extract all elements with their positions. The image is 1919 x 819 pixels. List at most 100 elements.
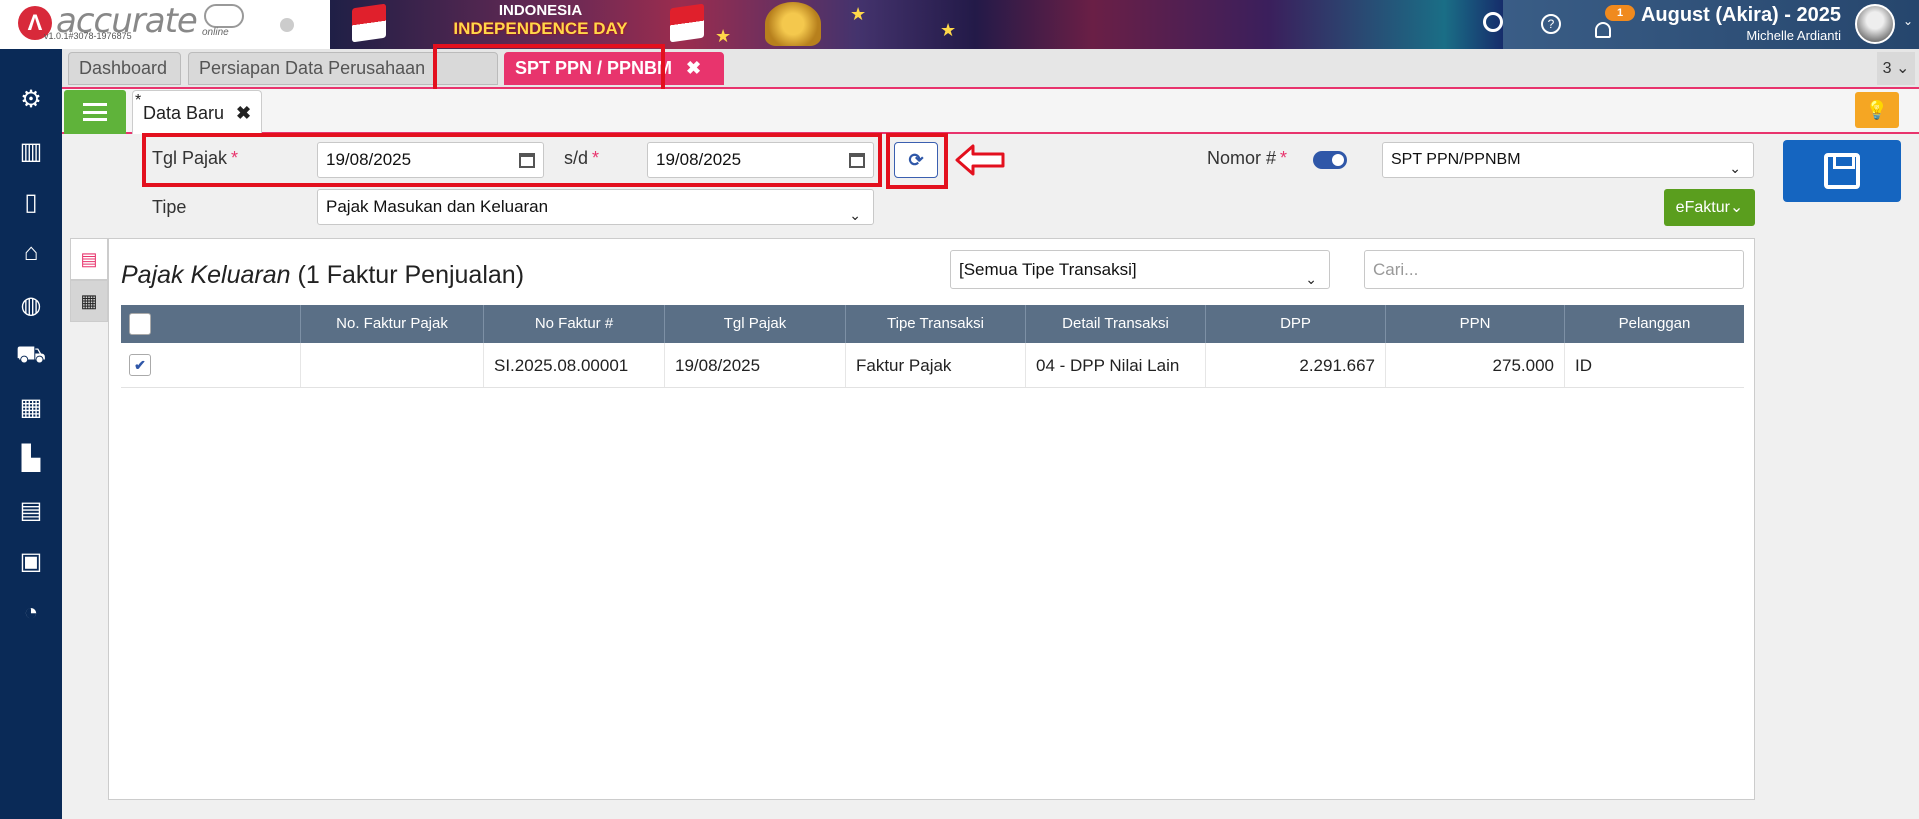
flag-icon [670, 3, 704, 43]
panel-title-count: (1 Faktur Penjualan) [297, 261, 525, 289]
tab-count-value: 3 [1882, 60, 1892, 77]
gear-icon[interactable]: ⚙ [16, 84, 46, 114]
cell-tgl-pajak: 19/08/2025 [665, 343, 846, 387]
factory-icon[interactable]: ▙ [16, 443, 46, 473]
cell-no-faktur-pajak [301, 343, 484, 387]
main-tab-strip: Dashboard Persiapan Data Perusahaan SPT … [62, 49, 1919, 89]
save-button[interactable] [1783, 140, 1901, 202]
highlight-box-dates [142, 133, 882, 187]
lightbulb-icon[interactable]: 💡 [1855, 92, 1899, 128]
tipe-select[interactable]: Pajak Masukan dan Keluaran ⌄ [317, 189, 874, 225]
book-icon[interactable]: ▯ [16, 187, 46, 217]
close-icon[interactable]: ✖ [686, 58, 701, 78]
col-detail-transaksi[interactable]: Detail Transaksi [1026, 305, 1206, 343]
document-tab-strip: * Data Baru ✖ 💡 [62, 89, 1919, 134]
filter-value: [Semua Tipe Transaksi] [959, 260, 1137, 279]
required-mark: * [1280, 148, 1288, 168]
banner-line1: INDONESIA [498, 2, 583, 19]
user-name[interactable]: Michelle Ardianti [1746, 28, 1841, 43]
tipe-label: Tipe [152, 197, 187, 217]
highlight-box-refresh [886, 133, 948, 189]
col-dpp[interactable]: DPP [1206, 305, 1386, 343]
close-icon[interactable]: ✖ [236, 103, 251, 123]
chevron-down-icon: ⌄ [849, 207, 861, 223]
building-icon[interactable]: ▥ [16, 136, 46, 166]
panel-title: Pajak Keluaran (1 Faktur Penjualan) [121, 261, 524, 290]
nomor-label: Nomor # * [1207, 148, 1287, 169]
cell-no-faktur: SI.2025.08.00001 [484, 343, 665, 387]
panel-title-italic: Pajak Keluaran [121, 261, 291, 289]
version-label: v1.0.1#3078-1976875 [44, 31, 132, 41]
pajak-masukan-tab-icon[interactable]: ▦ [70, 280, 108, 322]
search-input[interactable]: Cari... [1364, 250, 1744, 289]
help-icon[interactable]: ? [1541, 14, 1561, 34]
tab-data-baru[interactable]: * Data Baru ✖ [132, 90, 263, 134]
money-bag-icon[interactable]: ◍ [16, 290, 46, 320]
sidebar: ⚙ ▥ ▯ ⌂ ◍ ⛟ ▦ ▙ ▤ ▣ ◔ [0, 49, 62, 819]
cart-icon[interactable]: ⛟ [16, 341, 46, 371]
auto-number-toggle[interactable] [1313, 151, 1347, 169]
list-menu-button[interactable] [64, 90, 126, 134]
independence-day-banner: INDONESIA INDEPENDENCE DAY ★ ★ ★ [330, 0, 1503, 49]
nomor-value: SPT PPN/PPNBM [1391, 151, 1521, 168]
table-header: No. Faktur Pajak No Faktur # Tgl Pajak T… [121, 305, 1744, 343]
bank-icon[interactable]: ⌂ [16, 238, 46, 268]
nomor-text: Nomor # [1207, 148, 1277, 168]
tab-dashboard[interactable]: Dashboard [68, 52, 181, 85]
tab-count[interactable]: 3 ⌄ [1877, 52, 1915, 85]
col-tgl-pajak[interactable]: Tgl Pajak [665, 305, 846, 343]
unsaved-marker: * [135, 92, 142, 109]
cell-detail-transaksi: 04 - DPP Nilai Lain [1026, 343, 1206, 387]
avatar[interactable] [1855, 4, 1895, 44]
notification-badge[interactable]: 1 [1605, 5, 1635, 21]
col-pelanggan[interactable]: Pelanggan [1565, 305, 1744, 343]
pajak-keluaran-tab-icon[interactable]: ▤ [70, 238, 108, 280]
tipe-value: Pajak Masukan dan Keluaran [326, 197, 549, 216]
col-tipe-transaksi[interactable]: Tipe Transaksi [846, 305, 1026, 343]
subtab-label: Data Baru [143, 103, 225, 123]
save-icon [1824, 153, 1860, 189]
star-icon: ★ [940, 20, 957, 40]
search-icon[interactable] [1483, 12, 1503, 32]
col-no-faktur[interactable]: No Faktur # [484, 305, 665, 343]
select-all-cell [121, 305, 301, 343]
efaktur-button[interactable]: eFaktur⌄ [1664, 189, 1755, 226]
banner-line2: INDEPENDENCE DAY [453, 19, 628, 38]
cloud-icon [204, 4, 244, 28]
pajak-keluaran-panel: Pajak Keluaran (1 Faktur Penjualan) [Sem… [108, 238, 1755, 800]
chevron-down-icon: ⌄ [1305, 271, 1317, 287]
garuda-emblem-icon [765, 2, 821, 46]
col-ppn[interactable]: PPN [1386, 305, 1565, 343]
banner-title: INDONESIA INDEPENDENCE DAY [438, 2, 643, 38]
cell-dpp: 2.291.667 [1206, 343, 1386, 387]
row-checkbox[interactable]: ✔ [129, 354, 151, 376]
cell-tipe-transaksi: Faktur Pajak [846, 343, 1026, 387]
user-bar: ? 1 August (Akira) - 2025 Michelle Ardia… [1503, 0, 1919, 49]
list-icon [83, 103, 107, 121]
col-no-faktur-pajak[interactable]: No. Faktur Pajak [301, 305, 484, 343]
top-bar: Λ accurate v1.0.1#3078-1976875 online IN… [0, 0, 1919, 49]
search-placeholder: Cari... [1373, 260, 1419, 279]
trolley-icon[interactable]: ▦ [16, 392, 46, 422]
panel-side-tabs: ▤ ▦ [70, 238, 108, 322]
warehouse-icon[interactable]: ▤ [16, 495, 46, 525]
tax-icon[interactable]: ▣ [16, 546, 46, 576]
cell-ppn: 275.000 [1386, 343, 1565, 387]
flag-icon [352, 3, 386, 43]
select-all-checkbox[interactable] [129, 313, 151, 335]
bell-icon[interactable] [1595, 22, 1611, 38]
transaction-type-filter[interactable]: [Semua Tipe Transaksi] ⌄ [950, 250, 1330, 289]
star-icon: ★ [715, 26, 732, 46]
arrow-left-icon [955, 144, 1005, 176]
highlight-box-tab [433, 44, 665, 94]
tab-label: Persiapan Data Perusahaan [199, 58, 426, 78]
report-icon[interactable]: ◔ [16, 598, 46, 628]
nomor-select[interactable]: SPT PPN/PPNBM ⌄ [1382, 142, 1754, 178]
table-row[interactable]: ✔ SI.2025.08.00001 19/08/2025 Faktur Paj… [121, 343, 1744, 388]
user-period[interactable]: August (Akira) - 2025 [1641, 4, 1841, 27]
tab-label: Dashboard [79, 58, 168, 78]
efaktur-label: eFaktur [1675, 199, 1730, 216]
chevron-down-icon: ⌄ [1729, 160, 1741, 176]
cell-pelanggan: ID [1575, 356, 1592, 375]
chevron-down-icon[interactable]: ⌄ [1903, 14, 1913, 28]
